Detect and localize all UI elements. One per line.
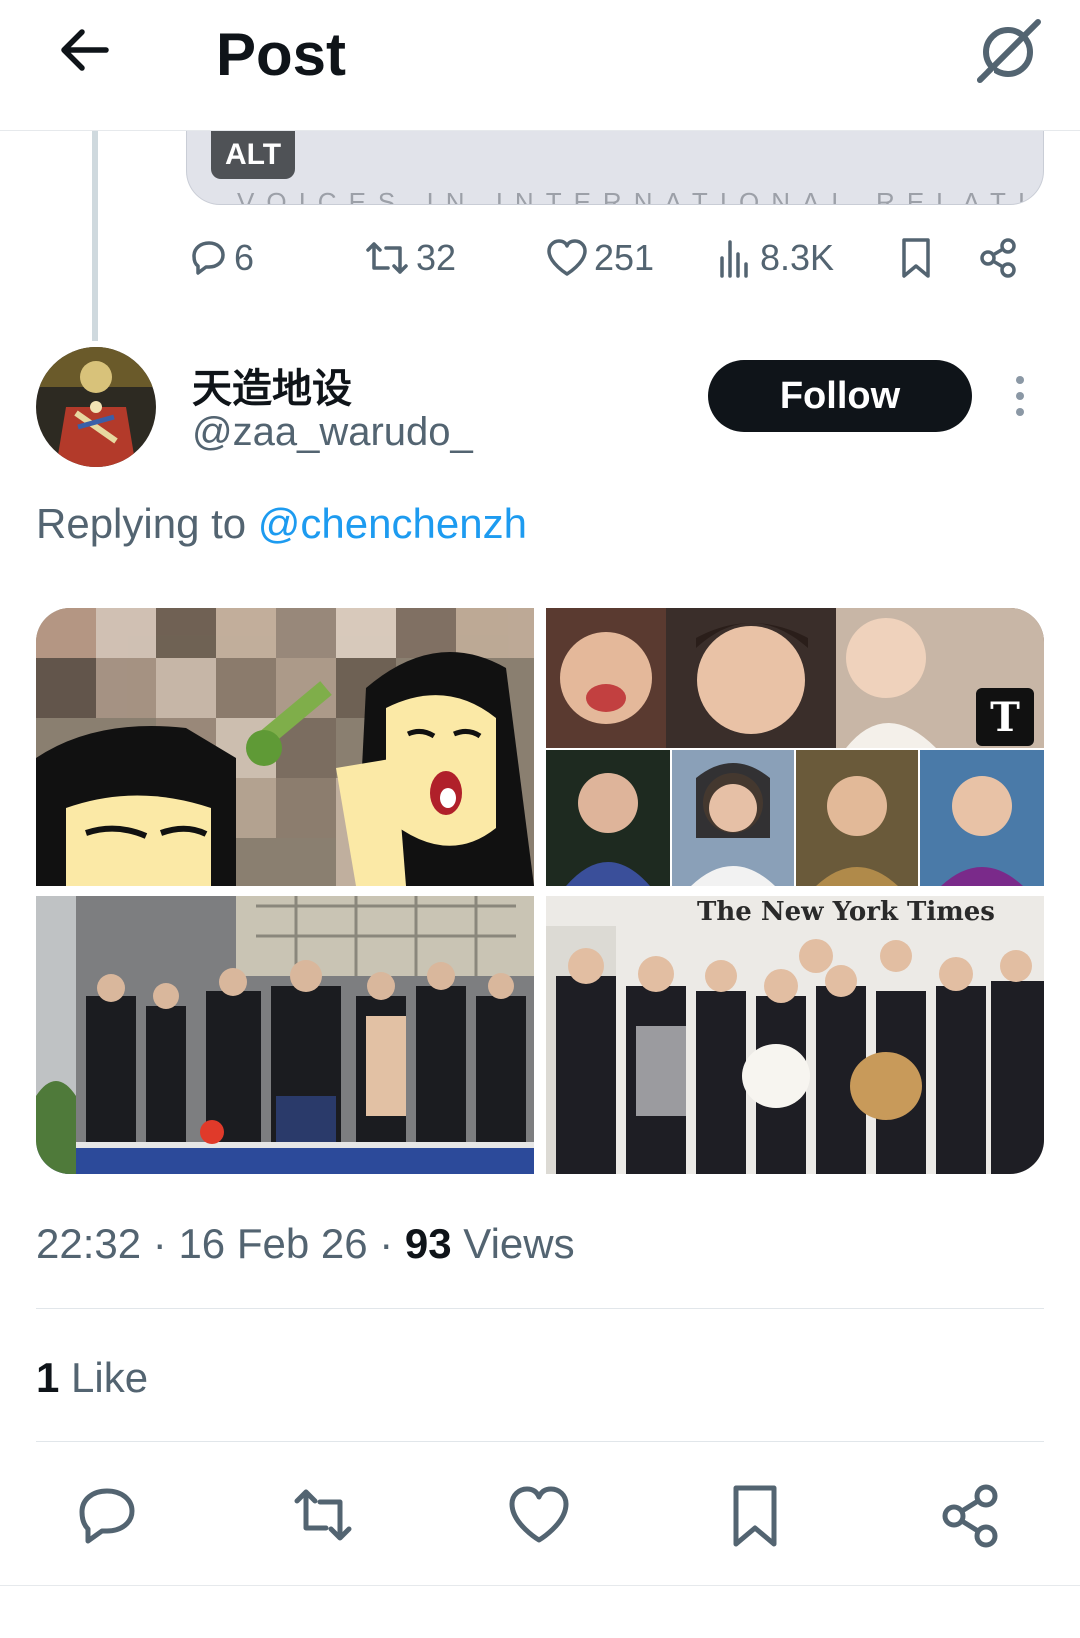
views-count: 8.3K (760, 237, 835, 278)
repost-icon (366, 242, 408, 274)
bookmark-action[interactable] (896, 228, 936, 288)
media-image-2[interactable]: T (546, 608, 1044, 886)
share-button[interactable] (936, 1480, 1006, 1550)
heart-icon (547, 239, 587, 276)
media-image-4[interactable]: The New York Times (546, 896, 1044, 1174)
repost-action[interactable]: 32 (362, 228, 456, 288)
views-label: Views (451, 1220, 575, 1267)
nyt-logo-badge: T (990, 694, 1020, 741)
post-time: 22:32 (36, 1220, 142, 1267)
grok-icon[interactable] (972, 14, 1046, 88)
quoted-media-card[interactable]: ALT VOICES IN INTERNATIONAL RELATIONS (186, 131, 1044, 205)
reply-count: 6 (234, 237, 255, 278)
media-grid: T The New York Times (36, 608, 1044, 1174)
page-title: Post (216, 21, 347, 88)
reply-button[interactable] (72, 1480, 142, 1550)
alt-badge[interactable]: ALT (211, 131, 296, 179)
more-options-icon[interactable] (1000, 372, 1040, 422)
thread-connector-line (92, 131, 98, 341)
views-icon (720, 240, 748, 278)
repost-count: 32 (416, 237, 457, 278)
divider (0, 1585, 1080, 1586)
follow-button[interactable]: Follow (708, 360, 972, 432)
mention-link[interactable]: @chenchenzh (258, 500, 527, 547)
back-arrow-icon[interactable] (52, 18, 116, 82)
post-date: 16 Feb 26 (178, 1220, 368, 1267)
quote-caption: VOICES IN INTERNATIONAL RELATIONS (237, 187, 1044, 205)
like-count: 251 (594, 237, 655, 278)
meta-separator: · (141, 1220, 179, 1267)
reply-icon (79, 1488, 135, 1544)
author-display-name[interactable]: 天造地设 (192, 356, 352, 414)
avatar[interactable] (36, 347, 156, 467)
meta-separator: · (367, 1220, 405, 1267)
share-action[interactable] (976, 228, 1020, 288)
replying-to: Replying to @chenchenzh (36, 500, 527, 548)
bookmark-icon (733, 1485, 777, 1547)
post-meta: 22:32 · 16 Feb 26 · 93 Views (36, 1220, 575, 1268)
bookmark-button[interactable] (720, 1480, 790, 1550)
top-bar: Post (0, 0, 1080, 131)
nyt-wall-banner: The New York Times (697, 897, 995, 927)
heart-icon (509, 1486, 569, 1543)
share-icon (942, 1484, 998, 1548)
replying-prefix: Replying to (36, 500, 258, 547)
like-action[interactable]: 251 (544, 228, 654, 288)
divider (36, 1308, 1044, 1309)
like-button[interactable] (504, 1480, 574, 1550)
media-image-3[interactable] (36, 896, 534, 1174)
likes-count: 1 (36, 1354, 60, 1401)
bookmark-icon (902, 238, 930, 278)
author-handle[interactable]: @zaa_warudo_ (192, 410, 473, 455)
reply-icon (192, 241, 225, 275)
media-image-1[interactable] (36, 608, 534, 886)
repost-button[interactable] (288, 1480, 358, 1550)
likes-label: Like (59, 1354, 149, 1401)
reply-action[interactable]: 6 (186, 228, 254, 288)
likes-summary[interactable]: 1 Like (36, 1354, 148, 1402)
share-icon (980, 238, 1016, 278)
divider (36, 1441, 1044, 1442)
views-action[interactable]: 8.3K (716, 228, 834, 288)
views-total: 93 (404, 1220, 452, 1267)
repost-icon (294, 1489, 352, 1541)
